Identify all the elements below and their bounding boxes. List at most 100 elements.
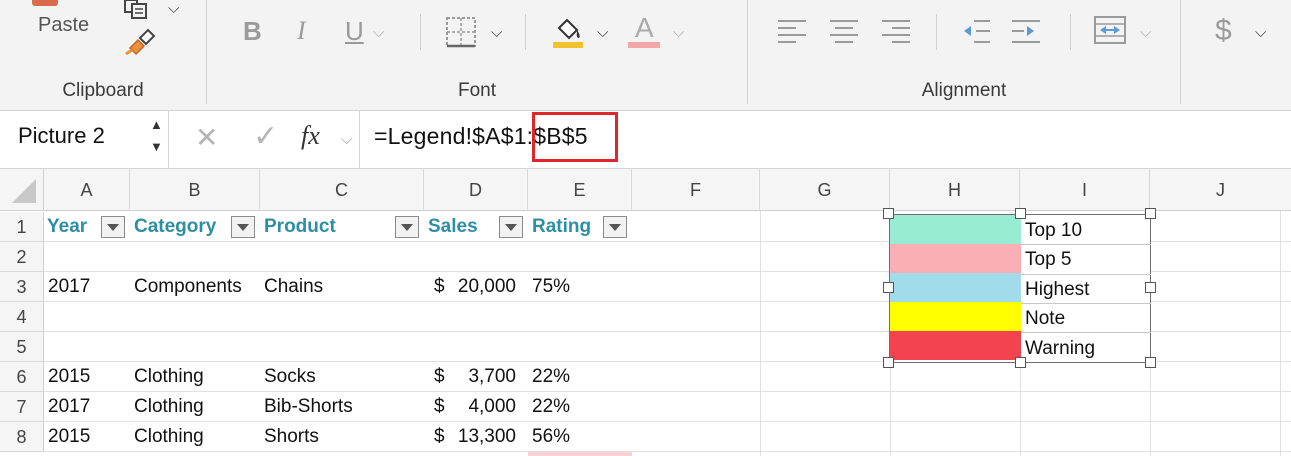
copy-icon[interactable] [122,0,148,19]
cell-e1-rating-header[interactable]: Rating [532,212,591,242]
increase-indent-icon[interactable] [1012,18,1042,49]
decrease-indent-icon[interactable] [962,18,992,49]
align-center-icon[interactable] [830,18,860,49]
cell-a8-year[interactable]: 2015 [48,422,90,452]
font-color-bar [628,42,660,48]
resize-handle-middle-right[interactable] [1145,282,1156,293]
fill-color-chevron-icon[interactable]: ⌵ [597,24,608,41]
format-painter-icon[interactable] [124,28,158,65]
resize-handle-top-center[interactable] [1015,208,1026,219]
row-header-4[interactable]: 4 [0,302,44,332]
filter-dropdown-sales[interactable] [499,216,523,238]
resize-handle-middle-left[interactable] [883,282,894,293]
column-header-f[interactable]: F [632,169,760,211]
gridline [44,421,1291,422]
alignment-group: ⌵ Alignment [748,0,1180,110]
font-group: B I U ⌵ ⌵ ⌵ A ⌵ Font [207,0,747,110]
filter-dropdown-rating[interactable] [603,216,627,238]
merge-center-icon[interactable] [1094,16,1128,51]
paste-button[interactable]: Paste [38,14,89,37]
merge-chevron-icon[interactable]: ⌵ [1140,24,1151,41]
name-box[interactable]: Picture 2 ▲ ▼ [0,111,169,168]
column-header-a[interactable]: A [44,169,130,211]
copy-dropdown-chevron-icon[interactable]: ⌵ [168,0,179,17]
cell-e8-rating[interactable]: 56% [532,422,570,452]
resize-handle-bottom-center[interactable] [1015,357,1026,368]
borders-icon[interactable] [445,16,477,53]
cell-c7-product[interactable]: Bib-Shorts [264,392,353,422]
filter-dropdown-category[interactable] [231,216,255,238]
row-header-2[interactable]: 2 [0,242,44,272]
cell-b3-category[interactable]: Components [134,272,242,302]
resize-handle-bottom-left[interactable] [883,357,894,368]
cell-d1-sales-header[interactable]: Sales [428,212,478,242]
cell-c8-product[interactable]: Shorts [264,422,319,452]
cell-a6-year[interactable]: 2015 [48,362,90,392]
cell-e7-rating[interactable]: 22% [532,392,570,422]
name-box-down-icon[interactable]: ▼ [150,139,163,154]
underline-button[interactable]: U [345,16,364,46]
italic-button[interactable]: I [297,16,306,46]
fill-color-icon[interactable] [551,14,585,55]
name-box-value[interactable]: Picture 2 [18,123,105,149]
currency-format-button[interactable]: $ [1215,16,1232,46]
column-header-h[interactable]: H [890,169,1020,211]
cell-b7-category[interactable]: Clothing [134,392,204,422]
cell-d8-sales[interactable]: 13,300 [446,422,516,452]
filter-dropdown-year[interactable] [101,216,125,238]
align-right-icon[interactable] [882,18,912,49]
column-header-g[interactable]: G [760,169,890,211]
select-all-corner[interactable] [0,169,44,211]
fx-chevron-icon[interactable]: ⌵ [341,131,352,148]
cell-b1-category-header[interactable]: Category [134,212,216,242]
align-left-icon[interactable] [778,18,808,49]
formula-highlight-box [532,112,618,162]
cell-b6-category[interactable]: Clothing [134,362,204,392]
cell-b8-category[interactable]: Clothing [134,422,204,452]
row-header-1[interactable]: 1 [0,212,44,242]
resize-handle-top-right[interactable] [1145,208,1156,219]
column-header-c[interactable]: C [260,169,424,211]
cell-e6-rating[interactable]: 22% [532,362,570,392]
row-header-7[interactable]: 7 [0,392,44,422]
enter-formula-icon[interactable]: ✓ [253,119,278,154]
resize-handle-bottom-right[interactable] [1145,357,1156,368]
row-header-5[interactable]: 5 [0,332,44,362]
cell-c1-product-header[interactable]: Product [264,212,336,242]
row-header-6[interactable]: 6 [0,362,44,392]
cell-e3-rating[interactable]: 75% [532,272,570,302]
column-header-e[interactable]: E [528,169,632,211]
borders-chevron-icon[interactable]: ⌵ [491,24,502,41]
column-header-j[interactable]: J [1150,169,1291,211]
column-header-b[interactable]: B [130,169,260,211]
paste-icon[interactable] [32,0,58,6]
legend-label-highest: Highest [1025,279,1090,300]
currency-chevron-icon[interactable]: ⌵ [1255,24,1266,41]
row-header-3[interactable]: 3 [0,272,44,302]
column-header-i[interactable]: I [1020,169,1150,211]
cell-c3-product[interactable]: Chains [264,272,323,302]
underline-chevron-icon[interactable]: ⌵ [373,24,384,41]
cell-c6-product[interactable]: Socks [264,362,316,392]
legend-label-note: Note [1025,308,1066,329]
font-color-chevron-icon[interactable]: ⌵ [673,24,684,41]
clipboard-group: Paste ⌵ Clipboard [0,0,206,110]
legend-divider [1021,332,1151,333]
ribbon-divider [936,14,937,50]
cell-d6-sales[interactable]: 3,700 [446,362,516,392]
resize-handle-top-left[interactable] [883,208,894,219]
legend-picture[interactable]: Top 10 Top 5 Highest Note Warning [889,214,1151,363]
cell-a3-year[interactable]: 2017 [48,272,90,302]
row-header-8[interactable]: 8 [0,422,44,452]
bold-button[interactable]: B [243,16,262,46]
cell-d3-sales[interactable]: 20,000 [446,272,516,302]
filter-dropdown-product[interactable] [395,216,419,238]
column-header-d[interactable]: D [424,169,528,211]
cell-a7-year[interactable]: 2017 [48,392,90,422]
insert-function-button[interactable]: fx [301,121,320,151]
font-color-icon[interactable]: A [628,10,662,50]
cell-d7-sales[interactable]: 4,000 [446,392,516,422]
name-box-up-icon[interactable]: ▲ [150,117,163,132]
cancel-formula-icon[interactable]: ✕ [195,121,218,154]
cell-a1-year-header[interactable]: Year [47,212,87,242]
